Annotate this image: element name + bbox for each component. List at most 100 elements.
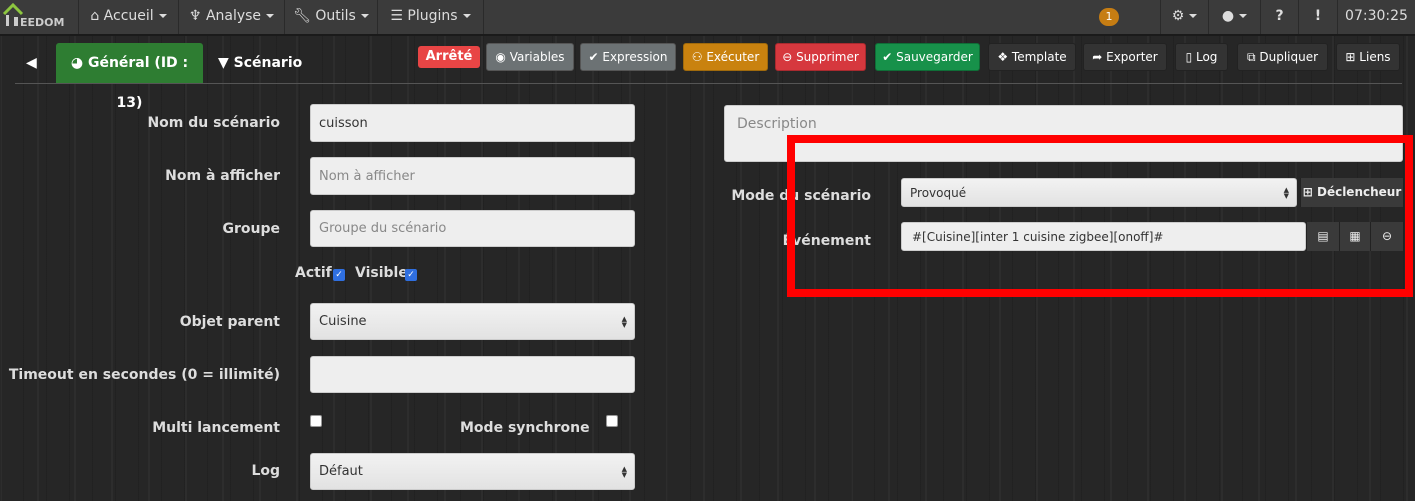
- button-label: Déclencheur: [1316, 185, 1402, 199]
- caret-down-icon: [360, 14, 369, 18]
- save-button[interactable]: ✔ Sauvegarder: [875, 43, 980, 71]
- caret-down-icon: [158, 14, 167, 18]
- select-arrows-icon: ▲ ▼: [621, 314, 627, 329]
- label-actif: Actif: [295, 265, 332, 281]
- label-mode: Mode du scénario: [731, 188, 871, 204]
- back-button[interactable]: ◀: [26, 43, 42, 83]
- nav-label: Analyse: [205, 8, 262, 24]
- remove-trigger-button[interactable]: ⊖: [1370, 222, 1403, 251]
- links-button[interactable]: ⊞ Liens: [1336, 43, 1400, 71]
- plus-square-icon: ⊞: [1302, 185, 1317, 199]
- nav-outils[interactable]: 🔧︎ Outils: [284, 0, 377, 34]
- export-button[interactable]: ➦ Exporter: [1083, 43, 1167, 71]
- display-name-input[interactable]: Nom à afficher: [310, 157, 635, 195]
- button-label: Exécuter: [706, 50, 760, 64]
- tab-divider: [15, 83, 1402, 84]
- nav-label: Accueil: [103, 8, 154, 24]
- calculator-icon: ▦: [1349, 229, 1361, 243]
- sitemap-icon: ⊞: [1345, 50, 1360, 64]
- settings-menu[interactable]: ⚙: [1160, 0, 1208, 34]
- select-value: Défaut: [319, 464, 363, 479]
- label-parent: Objet parent: [179, 314, 280, 330]
- eye-icon: ◉: [495, 50, 510, 64]
- execute-button[interactable]: ⚇ Exécuter: [683, 43, 768, 71]
- duplicate-button[interactable]: ⧉ Dupliquer: [1237, 43, 1328, 71]
- user-menu[interactable]: ●: [1208, 0, 1260, 34]
- nav-label: Outils: [315, 8, 356, 24]
- button-label: Exporter: [1106, 50, 1158, 64]
- tab-scenario[interactable]: ▼ Scénario: [218, 43, 302, 83]
- gears-icon: ⚙: [1171, 8, 1185, 24]
- select-command-button[interactable]: ▤: [1306, 222, 1339, 251]
- event-input[interactable]: #[Cuisine][inter 1 cuisine zigbee][onoff…: [901, 222, 1306, 251]
- caret-down-icon: [1239, 14, 1248, 18]
- select-arrows-icon: ▲ ▼: [1283, 185, 1289, 200]
- label-visible: Visible: [355, 265, 408, 281]
- select-value: Provoqué: [910, 185, 967, 200]
- nav-analyse[interactable]: ♆ Analyse: [178, 0, 284, 34]
- multi-checkbox[interactable]: [310, 415, 322, 427]
- name-input[interactable]: cuisson: [310, 104, 635, 142]
- check-circle-icon: ✔: [882, 50, 897, 64]
- arrow-left-circle-icon: ◀: [26, 55, 37, 71]
- mode-select[interactable]: Provoqué ▲ ▼: [901, 178, 1297, 207]
- jeedom-logo[interactable]: EEDOM: [2, 2, 64, 34]
- home-icon: ⌂: [90, 8, 104, 24]
- label-timeout: Timeout en secondes (0 = illimité): [8, 367, 280, 383]
- label-nom: Nom du scénario: [147, 115, 280, 131]
- question-icon: ?: [1275, 8, 1284, 24]
- label-event: Événement: [782, 233, 871, 249]
- delete-button[interactable]: ⊖ Supprimer: [775, 43, 866, 71]
- list-alt-icon: ▤: [1317, 229, 1329, 243]
- cubes-icon: ❖: [997, 50, 1012, 64]
- notification-badge[interactable]: 1: [1099, 8, 1119, 26]
- label-groupe: Groupe: [222, 221, 281, 237]
- description-textarea[interactable]: Description: [724, 105, 1403, 162]
- label-sync: Mode synchrone: [460, 420, 590, 436]
- share-icon: ➦: [1092, 50, 1107, 64]
- button-label: Expression: [602, 50, 668, 64]
- select-value: Cuisine: [319, 314, 367, 329]
- check-icon: ✔: [588, 50, 603, 64]
- group-input[interactable]: Groupe du scénario: [310, 210, 635, 247]
- log-select[interactable]: Défaut ▲ ▼: [310, 453, 635, 490]
- exclamation-icon: !: [1314, 8, 1322, 24]
- tab-label: Scénario: [233, 55, 303, 71]
- template-button[interactable]: ❖ Template: [988, 43, 1076, 71]
- help-button[interactable]: ?: [1260, 0, 1298, 34]
- actif-checkbox[interactable]: ✓: [333, 269, 345, 281]
- label-log: Log: [251, 463, 280, 479]
- button-label: Dupliquer: [1259, 50, 1319, 64]
- alert-button[interactable]: !: [1298, 0, 1337, 34]
- visible-checkbox[interactable]: ✓: [405, 269, 417, 281]
- clock: 07:30:25: [1337, 0, 1415, 34]
- nav-label: Plugins: [407, 8, 458, 24]
- calculator-button[interactable]: ▦: [1339, 222, 1370, 251]
- parent-select[interactable]: Cuisine ▲ ▼: [310, 303, 635, 340]
- add-trigger-button[interactable]: ⊞ Déclencheur: [1300, 178, 1403, 207]
- user-icon: ●: [1221, 8, 1235, 24]
- dashboard-icon: ◕: [70, 55, 88, 71]
- nav-plugins[interactable]: ☰ Plugins: [377, 0, 484, 34]
- button-label: Supprimer: [796, 50, 859, 64]
- wrench-icon: 🔧︎: [293, 8, 316, 24]
- variables-button[interactable]: ◉ Variables: [486, 43, 574, 71]
- status-badge: Arrêté: [418, 46, 480, 68]
- log-button[interactable]: ▯ Log: [1175, 43, 1228, 71]
- button-label: Template: [1011, 50, 1067, 64]
- select-arrows-icon: ▲ ▼: [621, 464, 627, 479]
- minus-circle-icon: ⊖: [1381, 229, 1393, 243]
- caret-down-icon: [266, 14, 275, 18]
- label-multi: Multi lancement: [152, 420, 280, 436]
- list-icon: ☰: [390, 8, 408, 24]
- tab-general[interactable]: ◕ Général (ID : 13): [56, 43, 203, 111]
- button-label: Sauvegarder: [896, 50, 973, 64]
- minus-circle-icon: ⊖: [782, 50, 797, 64]
- copy-icon: ⧉: [1246, 50, 1260, 64]
- timeout-input[interactable]: [310, 356, 635, 393]
- expression-button[interactable]: ✔ Expression: [580, 43, 676, 71]
- nav-accueil[interactable]: ⌂ Accueil: [78, 0, 178, 34]
- file-icon: ▯: [1185, 50, 1196, 64]
- button-label: Variables: [509, 50, 565, 64]
- sync-checkbox[interactable]: [606, 415, 618, 427]
